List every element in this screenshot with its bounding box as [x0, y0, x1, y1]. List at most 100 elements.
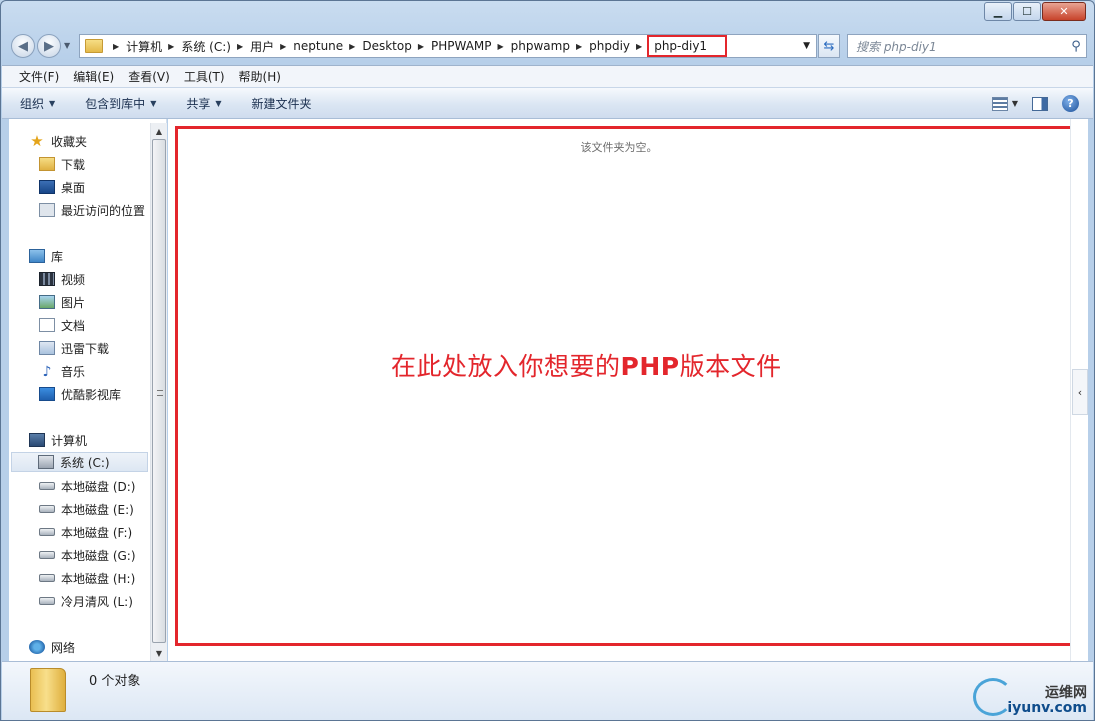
organize-button[interactable]: 组织 ▼ [20, 95, 55, 112]
nav-drive-e[interactable]: 本地磁盘 (E:) [39, 499, 134, 519]
annotation-text-pre: 在此处放入你想要的 [391, 352, 621, 381]
watermark-brand: 运维网 [1045, 685, 1087, 701]
folder-large-icon [30, 668, 66, 712]
include-in-library-button[interactable]: 包含到库中 ▼ [85, 95, 156, 112]
chevron-down-icon: ▼ [49, 98, 56, 108]
nav-drive-h[interactable]: 本地磁盘 (H:) [39, 568, 135, 588]
hard-drive-icon [39, 505, 55, 513]
nav-pictures[interactable]: 图片 [39, 292, 85, 312]
file-list-area[interactable]: 该文件夹为空。 在此处放入你想要的PHP版本文件 [168, 119, 1075, 661]
star-icon: ★ [30, 132, 44, 150]
annotation-text-post: 版本文件 [679, 352, 782, 381]
recent-places-icon [39, 203, 55, 217]
annotation-text-php: PHP [620, 352, 680, 381]
menu-bar: 文件(F) 编辑(E) 查看(V) 工具(T) 帮助(H) [2, 65, 1093, 87]
address-row: ◀ ▶ ▼ ▶ 计算机 ▶ 系统 (C:) ▶ 用户 ▶ neptune ▶ Deskt… [9, 33, 1087, 59]
menu-file[interactable]: 文件(F) [12, 68, 66, 85]
command-bar: 组织 ▼ 包含到库中 ▼ 共享 ▼ 新建文件夹 ▼ ? [2, 87, 1093, 119]
menu-edit[interactable]: 编辑(E) [66, 68, 121, 85]
document-icon [39, 318, 55, 332]
watermark-url: iyunv.com [1007, 700, 1087, 716]
collapse-preview-chevron-icon[interactable]: ‹ [1072, 369, 1088, 415]
search-box[interactable]: 搜索 php-diy1 ⚲ [847, 34, 1087, 58]
youku-icon [39, 387, 55, 401]
forward-arrow-icon: ▶ [44, 38, 54, 54]
nav-videos[interactable]: 视频 [39, 269, 85, 289]
breadcrumb-item[interactable]: neptune ▶ [293, 35, 362, 57]
nav-network[interactable]: 网络 [29, 637, 75, 657]
back-button[interactable]: ◀ [11, 34, 35, 58]
pictures-icon [39, 295, 55, 309]
navigation-pane: ★ 收藏夹 下载 桌面 最近访问的位置 库 视频 图片 文档 迅雷下载 ♪ 音乐 优… [9, 119, 167, 661]
nav-computer[interactable]: 计算机 [29, 430, 87, 450]
help-icon[interactable]: ? [1062, 95, 1079, 112]
breadcrumb-item[interactable]: phpwamp ▶ [511, 35, 589, 57]
address-dropdown[interactable]: ▼ [803, 41, 810, 51]
annotation-highlight-box [175, 126, 1075, 646]
breadcrumb-root-arrow[interactable]: ▶ [107, 35, 126, 57]
new-folder-button[interactable]: 新建文件夹 [252, 95, 312, 112]
breadcrumb-item[interactable]: 用户 ▶ [250, 35, 293, 57]
nav-drive-c[interactable]: 系统 (C:) [11, 452, 148, 472]
breadcrumb-current[interactable]: php-diy1 [647, 35, 728, 57]
network-globe-icon [29, 640, 45, 654]
refresh-button[interactable]: ⇆ [818, 34, 840, 58]
chevron-down-icon: ▼ [150, 98, 157, 108]
explorer-window: ▁ ☐ ✕ ◀ ▶ ▼ ▶ 计算机 ▶ 系统 (C:) ▶ 用户 ▶ neptune ▶… [0, 0, 1095, 721]
scroll-thumb[interactable] [152, 139, 166, 643]
menu-view[interactable]: 查看(V) [121, 68, 177, 85]
nav-downloads[interactable]: 下载 [39, 154, 85, 174]
folder-icon [85, 39, 103, 53]
library-icon [29, 249, 45, 263]
nav-music[interactable]: ♪ 音乐 [39, 361, 85, 381]
views-dropdown[interactable]: ▼ [1012, 99, 1018, 108]
share-button[interactable]: 共享 ▼ [186, 95, 221, 112]
nav-favorites[interactable]: ★ 收藏夹 [29, 131, 87, 151]
close-button[interactable]: ✕ [1042, 2, 1086, 21]
breadcrumb-item[interactable]: PHPWAMP ▶ [431, 35, 511, 57]
change-view-icon[interactable] [991, 96, 1008, 111]
address-bar[interactable]: ▶ 计算机 ▶ 系统 (C:) ▶ 用户 ▶ neptune ▶ Desktop ▶ PH… [79, 34, 817, 58]
minimize-button[interactable]: ▁ [984, 2, 1012, 21]
nav-drive-f[interactable]: 本地磁盘 (F:) [39, 522, 132, 542]
hard-drive-icon [39, 482, 55, 490]
annotation-text: 在此处放入你想要的PHP版本文件 [391, 347, 782, 383]
recent-pages-dropdown[interactable]: ▼ [64, 41, 70, 50]
hard-drive-icon [39, 574, 55, 582]
scroll-up-arrow-icon[interactable]: ▲ [151, 123, 167, 139]
breadcrumb-item[interactable]: Desktop ▶ [362, 35, 431, 57]
video-icon [39, 272, 55, 286]
nav-drive-d[interactable]: 本地磁盘 (D:) [39, 476, 135, 496]
hard-drive-icon [39, 551, 55, 559]
nav-drive-l[interactable]: 冷月清风 (L:) [39, 591, 133, 611]
menu-tools[interactable]: 工具(T) [177, 68, 232, 85]
nav-libraries[interactable]: 库 [29, 246, 63, 266]
details-pane: 0 个对象 运维网 iyunv.com [2, 661, 1093, 720]
desktop-icon [39, 180, 55, 194]
nav-recent-places[interactable]: 最近访问的位置 [39, 200, 145, 220]
nav-youku-library[interactable]: 优酷影视库 [39, 384, 121, 404]
computer-icon [29, 433, 45, 447]
breadcrumb-item[interactable]: phpdiy ▶ [589, 35, 649, 57]
back-arrow-icon: ◀ [18, 38, 28, 54]
nav-scrollbar[interactable]: ▲ ▼ [150, 123, 167, 661]
breadcrumb-item[interactable]: 计算机 ▶ [126, 35, 181, 57]
grip-icon [157, 390, 163, 396]
scroll-down-arrow-icon[interactable]: ▼ [151, 645, 167, 661]
nav-xunlei-downloads[interactable]: 迅雷下载 [39, 338, 109, 358]
music-note-icon: ♪ [42, 364, 52, 380]
caption-buttons: ▁ ☐ ✕ [984, 2, 1086, 21]
menu-help[interactable]: 帮助(H) [232, 68, 288, 85]
downloads-folder-icon [39, 157, 55, 171]
search-icon[interactable]: ⚲ [1066, 39, 1086, 54]
forward-button[interactable]: ▶ [37, 34, 61, 58]
search-input[interactable]: 搜索 php-diy1 [848, 38, 1066, 55]
maximize-button[interactable]: ☐ [1013, 2, 1041, 21]
nav-documents[interactable]: 文档 [39, 315, 85, 335]
item-count: 0 个对象 [89, 674, 141, 689]
nav-desktop[interactable]: 桌面 [39, 177, 85, 197]
system-drive-icon [38, 455, 54, 469]
nav-drive-g[interactable]: 本地磁盘 (G:) [39, 545, 136, 565]
breadcrumb-item[interactable]: 系统 (C:) ▶ [181, 35, 250, 57]
preview-pane-icon[interactable] [1032, 96, 1048, 111]
